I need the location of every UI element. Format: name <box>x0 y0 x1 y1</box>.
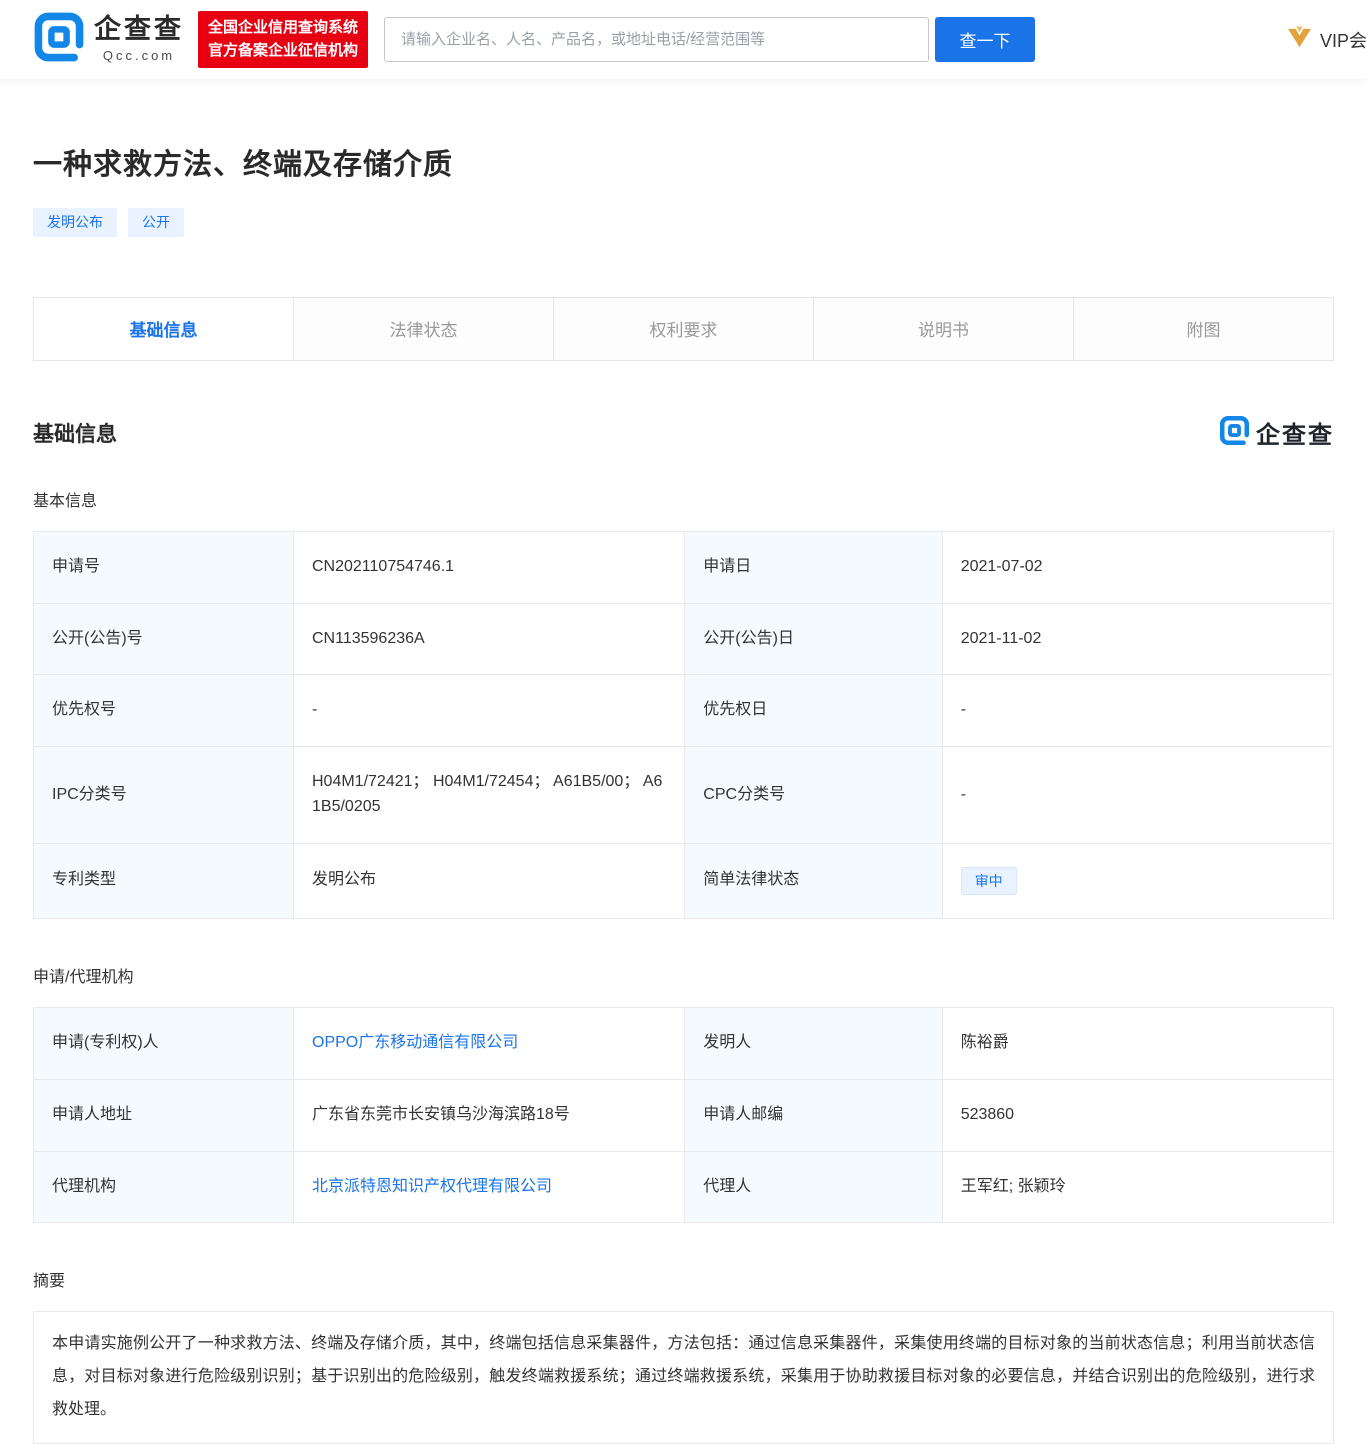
field-label: 公开(公告)号 <box>34 603 294 675</box>
field-value: 审中 <box>942 843 1333 918</box>
vip-member-entry[interactable]: VIP会员 <box>1286 26 1367 54</box>
tab-basic-info[interactable]: 基础信息 <box>34 298 294 360</box>
field-value: 广东省东莞市长安镇乌沙海滨路18号 <box>294 1079 685 1151</box>
tab-description[interactable]: 说明书 <box>814 298 1074 360</box>
subheading-abstract: 摘要 <box>33 1267 1334 1291</box>
gov-certification-badge: 全国企业信用查询系统 官方备案企业征信机构 <box>198 11 368 68</box>
logo-name: 企查查 <box>94 16 184 43</box>
subheading-agency: 申请/代理机构 <box>33 963 1334 987</box>
search-input[interactable] <box>384 17 929 62</box>
main-content: 基础信息 法律状态 权利要求 说明书 附图 基础信息 企查查 基本信息 申请号 … <box>0 297 1367 1444</box>
field-label: 专利类型 <box>34 843 294 918</box>
tag-public: 公开 <box>128 208 184 237</box>
table-row: 代理机构 北京派特恩知识产权代理有限公司 代理人 王军红; 张颖玲 <box>34 1151 1334 1223</box>
tab-legal-status[interactable]: 法律状态 <box>294 298 554 360</box>
qcc-logo[interactable]: 企查查 Qcc.com <box>33 11 184 68</box>
qcc-logo-icon <box>33 11 85 68</box>
field-label: 优先权号 <box>34 675 294 747</box>
status-badge: 审中 <box>961 867 1017 895</box>
patent-title-block: 一种求救方法、终端及存储介质 发明公布 公开 <box>0 79 1367 237</box>
vip-medal-icon <box>1286 26 1313 54</box>
brand-watermark-text: 企查查 <box>1256 415 1334 450</box>
field-label: 公开(公告)日 <box>685 603 942 675</box>
section-header: 基础信息 企查查 <box>33 415 1334 451</box>
field-value: H04M1/72421； H04M1/72454； A61B5/00； A61B… <box>294 747 685 844</box>
field-label: 发明人 <box>685 1007 942 1079</box>
section-title: 基础信息 <box>33 418 117 448</box>
field-value: 523860 <box>942 1079 1333 1151</box>
field-label: 简单法律状态 <box>685 843 942 918</box>
table-row: 专利类型 发明公布 简单法律状态 审中 <box>34 843 1334 918</box>
tab-claims[interactable]: 权利要求 <box>554 298 814 360</box>
gov-badge-line2: 官方备案企业征信机构 <box>208 40 358 63</box>
page-header: 企查查 Qcc.com 全国企业信用查询系统 官方备案企业征信机构 查一下 VI… <box>0 0 1367 79</box>
field-value: 陈裕爵 <box>942 1007 1333 1079</box>
field-value: 北京派特恩知识产权代理有限公司 <box>294 1151 685 1223</box>
field-label: 代理人 <box>685 1151 942 1223</box>
field-value: CN113596236A <box>294 603 685 675</box>
gov-badge-line1: 全国企业信用查询系统 <box>208 17 358 40</box>
abstract-text: 本申请实施例公开了一种求救方法、终端及存储介质，其中，终端包括信息采集器件，方法… <box>33 1311 1334 1443</box>
field-value: 发明公布 <box>294 843 685 918</box>
qcc-logo-icon <box>1219 415 1250 451</box>
vip-label: VIP会员 <box>1320 27 1367 53</box>
table-row: 申请人地址 广东省东莞市长安镇乌沙海滨路18号 申请人邮编 523860 <box>34 1079 1334 1151</box>
tab-drawings[interactable]: 附图 <box>1074 298 1333 360</box>
field-label: IPC分类号 <box>34 747 294 844</box>
field-label: 代理机构 <box>34 1151 294 1223</box>
agency-table: 申请(专利权)人 OPPO广东移动通信有限公司 发明人 陈裕爵 申请人地址 广东… <box>33 1007 1334 1223</box>
field-value: - <box>942 747 1333 844</box>
field-value: 2021-11-02 <box>942 603 1333 675</box>
brand-watermark: 企查查 <box>1219 415 1334 451</box>
field-label: 申请日 <box>685 531 942 603</box>
table-row: 优先权号 - 优先权日 - <box>34 675 1334 747</box>
basic-info-table: 申请号 CN202110754746.1 申请日 2021-07-02 公开(公… <box>33 531 1334 919</box>
field-value: OPPO广东移动通信有限公司 <box>294 1007 685 1079</box>
field-label: 申请人邮编 <box>685 1079 942 1151</box>
field-label: CPC分类号 <box>685 747 942 844</box>
search-bar: 查一下 <box>384 17 1035 62</box>
field-label: 申请(专利权)人 <box>34 1007 294 1079</box>
field-value: - <box>294 675 685 747</box>
table-row: 公开(公告)号 CN113596236A 公开(公告)日 2021-11-02 <box>34 603 1334 675</box>
applicant-company-link[interactable]: OPPO广东移动通信有限公司 <box>312 1034 518 1051</box>
patent-tags: 发明公布 公开 <box>33 208 1334 237</box>
tag-invention-publication: 发明公布 <box>33 208 117 237</box>
page-title: 一种求救方法、终端及存储介质 <box>33 141 1334 183</box>
logo-domain: Qcc.com <box>103 48 175 63</box>
field-label: 优先权日 <box>685 675 942 747</box>
field-label: 申请人地址 <box>34 1079 294 1151</box>
field-value: CN202110754746.1 <box>294 531 685 603</box>
field-label: 申请号 <box>34 531 294 603</box>
tab-bar: 基础信息 法律状态 权利要求 说明书 附图 <box>33 297 1334 361</box>
table-row: IPC分类号 H04M1/72421； H04M1/72454； A61B5/0… <box>34 747 1334 844</box>
field-value: - <box>942 675 1333 747</box>
agency-company-link[interactable]: 北京派特恩知识产权代理有限公司 <box>312 1178 552 1195</box>
field-value: 王军红; 张颖玲 <box>942 1151 1333 1223</box>
table-row: 申请号 CN202110754746.1 申请日 2021-07-02 <box>34 531 1334 603</box>
subheading-basic-info: 基本信息 <box>33 487 1334 511</box>
field-value: 2021-07-02 <box>942 531 1333 603</box>
search-button[interactable]: 查一下 <box>935 17 1035 62</box>
table-row: 申请(专利权)人 OPPO广东移动通信有限公司 发明人 陈裕爵 <box>34 1007 1334 1079</box>
